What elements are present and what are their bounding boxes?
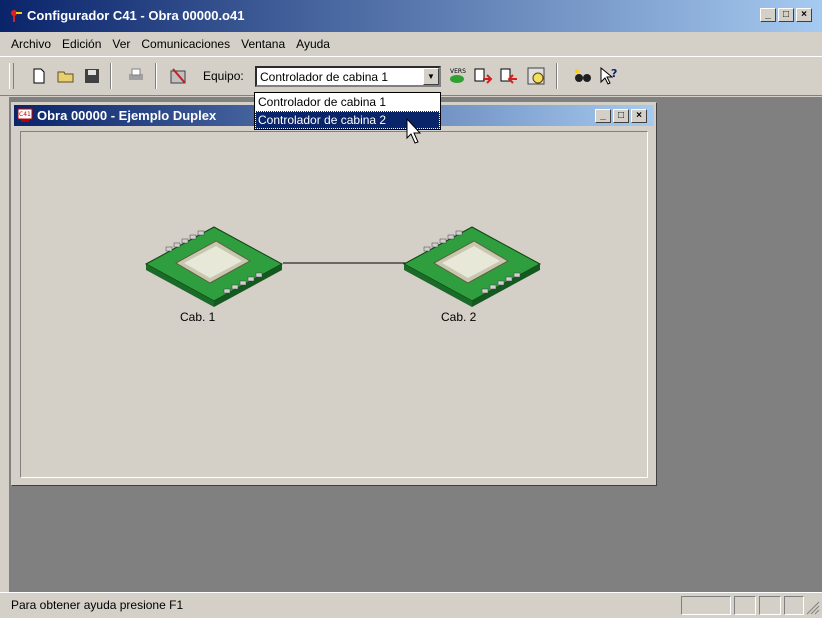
equipo-label: Equipo:	[203, 69, 244, 83]
application-window: Configurador C41 - Obra 00000.o41 _ □ × …	[0, 0, 822, 618]
new-file-icon[interactable]	[29, 66, 49, 86]
toolbar: Equipo: Controlador de cabina 1 ▼ VERS ?	[0, 56, 822, 96]
window-title: Configurador C41 - Obra 00000.o41	[27, 8, 245, 23]
open-folder-icon[interactable]	[56, 66, 76, 86]
node-label-cab2: Cab. 2	[441, 310, 477, 324]
svg-text:C41: C41	[19, 111, 31, 118]
document-icon: C41	[17, 108, 33, 122]
title-bar[interactable]: Configurador C41 - Obra 00000.o41 _ □ ×	[0, 0, 822, 32]
toolbar-separator	[155, 63, 157, 89]
search-icon[interactable]	[573, 66, 593, 86]
controller-board-icon	[144, 226, 284, 307]
child-minimize-button[interactable]: _	[595, 109, 611, 123]
resize-grip-icon[interactable]	[806, 601, 820, 615]
network-diagram	[144, 226, 542, 307]
mouse-cursor-icon	[406, 118, 422, 144]
dropdown-option[interactable]: Controlador de cabina 1	[255, 93, 440, 111]
status-pane	[784, 596, 804, 615]
app-icon	[11, 10, 22, 22]
controller-board-icon	[402, 226, 542, 307]
menu-bar: Archivo Edición Ver Comunicaciones Venta…	[0, 33, 822, 55]
upload-icon[interactable]	[499, 66, 519, 86]
menu-ventana[interactable]: Ventana	[241, 37, 285, 51]
maximize-button[interactable]: □	[778, 8, 794, 22]
chevron-down-icon[interactable]: ▼	[423, 68, 439, 85]
menu-comunicaciones[interactable]: Comunicaciones	[141, 37, 230, 51]
diagram-canvas[interactable]: Cab. 1 Cab. 2	[20, 131, 648, 478]
print-icon[interactable]	[126, 66, 146, 86]
close-button[interactable]: ×	[796, 8, 812, 22]
toolbar-separator	[110, 63, 112, 89]
svg-text:?: ?	[611, 67, 617, 80]
menu-edicion[interactable]: Edición	[62, 37, 101, 51]
menu-ayuda[interactable]: Ayuda	[296, 37, 330, 51]
download-icon[interactable]	[473, 66, 493, 86]
child-window-title: Obra 00000 - Ejemplo Duplex	[37, 108, 217, 123]
window-controls: _ □ ×	[760, 8, 812, 22]
equipment-config-icon[interactable]	[169, 66, 189, 86]
equipo-select[interactable]: Controlador de cabina 1 ▼	[255, 66, 441, 87]
clock-config-icon[interactable]	[526, 66, 546, 86]
equipo-selected-value: Controlador de cabina 1	[260, 70, 389, 84]
status-bar: Para obtener ayuda presione F1	[0, 592, 822, 618]
toolbar-separator	[556, 63, 558, 89]
version-icon[interactable]: VERS	[447, 66, 467, 86]
status-pane	[734, 596, 756, 615]
status-pane	[681, 596, 731, 615]
minimize-button[interactable]: _	[760, 8, 776, 22]
toolbar-grip[interactable]	[9, 63, 14, 89]
svg-text:VERS: VERS	[450, 68, 466, 75]
child-window: C41 Obra 00000 - Ejemplo Duplex _ □ × Ca…	[11, 102, 657, 486]
child-maximize-button[interactable]: □	[613, 109, 629, 123]
child-close-button[interactable]: ×	[631, 109, 647, 123]
menu-archivo[interactable]: Archivo	[11, 37, 51, 51]
save-icon[interactable]	[82, 66, 102, 86]
child-window-controls: _ □ ×	[595, 109, 647, 123]
node-label-cab1: Cab. 1	[180, 310, 216, 324]
status-pane	[759, 596, 781, 615]
menu-ver[interactable]: Ver	[112, 37, 130, 51]
help-pointer-icon[interactable]: ?	[599, 66, 619, 86]
status-text: Para obtener ayuda presione F1	[11, 598, 184, 612]
